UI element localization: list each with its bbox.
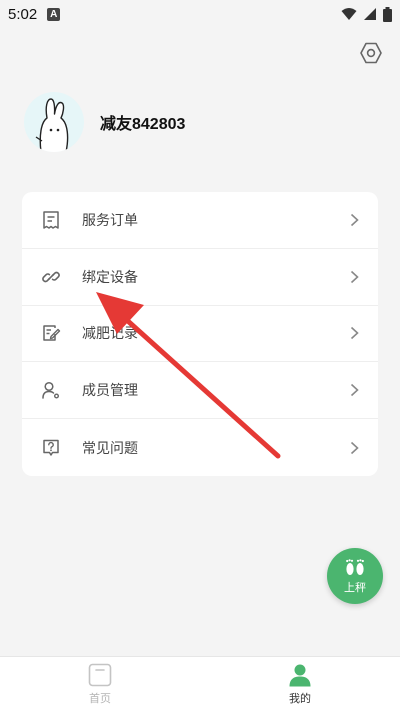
settings-icon: [360, 42, 382, 64]
bottom-tab-bar: 首页 我的: [0, 656, 400, 711]
edit-note-icon: [40, 322, 62, 344]
username: 减友842803: [100, 116, 186, 133]
menu-item-label: 成员管理: [82, 383, 138, 400]
weigh-in-label: 上秤: [344, 580, 366, 594]
menu-item-faq[interactable]: 常见问题: [22, 419, 378, 476]
status-bar: 5:02 A: [0, 0, 400, 28]
notification-icon: A: [47, 7, 61, 21]
menu-list: 服务订单 绑定设备 减肥记录 成员管理 常见问题: [22, 192, 378, 476]
tab-home[interactable]: 首页: [0, 657, 200, 711]
bunny-avatar-icon: [35, 98, 69, 152]
menu-item-bind-device[interactable]: 绑定设备: [22, 249, 378, 306]
menu-item-service-orders[interactable]: 服务订单: [22, 192, 378, 249]
menu-item-label: 绑定设备: [82, 269, 138, 286]
profile-header[interactable]: 减友842803: [24, 92, 185, 152]
settings-button[interactable]: [358, 40, 384, 66]
help-icon: [40, 437, 62, 459]
menu-item-weight-records[interactable]: 减肥记录: [22, 306, 378, 363]
chevron-right-icon: [350, 325, 360, 341]
menu-item-label: 常见问题: [82, 440, 138, 457]
chevron-right-icon: [350, 382, 360, 398]
member-icon: [40, 379, 62, 401]
footprints-icon: [346, 558, 364, 575]
chevron-right-icon: [350, 440, 360, 456]
receipt-icon: [40, 209, 62, 231]
chevron-right-icon: [350, 269, 360, 285]
wifi-icon: [341, 8, 357, 20]
tab-mine[interactable]: 我的: [200, 657, 400, 711]
weigh-in-button[interactable]: 上秤: [327, 548, 383, 604]
chevron-right-icon: [350, 212, 360, 228]
home-icon: [88, 663, 112, 686]
menu-item-member-management[interactable]: 成员管理: [22, 362, 378, 420]
menu-item-label: 服务订单: [82, 212, 138, 229]
avatar[interactable]: [24, 92, 84, 152]
person-icon: [289, 664, 311, 686]
menu-item-label: 减肥记录: [82, 326, 138, 343]
signal-icon: [364, 8, 376, 20]
battery-icon: [383, 6, 392, 22]
link-icon: [40, 266, 62, 288]
tab-label: 我的: [289, 691, 311, 705]
tab-label: 首页: [89, 691, 111, 705]
status-time: 5:02: [8, 5, 38, 23]
